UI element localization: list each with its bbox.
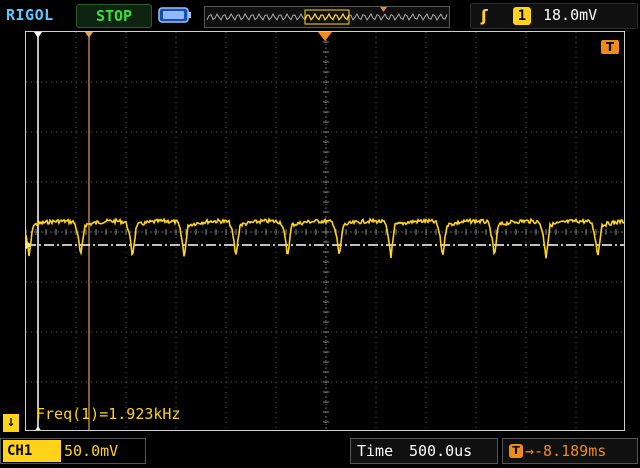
memory-overview-strip[interactable] — [204, 6, 450, 28]
run-stop-indicator[interactable]: STOP — [76, 4, 152, 28]
brand-label: RIGOL — [6, 6, 54, 24]
memory-overview-wave — [206, 7, 448, 25]
trigger-source-badge: 1 — [513, 7, 531, 25]
trigger-panel[interactable]: ʃ 1 18.0mV — [470, 3, 638, 29]
graticule — [26, 32, 624, 430]
top-status-bar: RIGOL STOP ʃ 1 18.0mV — [0, 0, 640, 30]
trigger-slope-icon: ʃ — [481, 6, 488, 25]
timebase-panel[interactable]: Time 500.0us — [350, 438, 498, 464]
cursor-a-top-marker-icon — [34, 32, 42, 38]
channel-badge[interactable]: CH1 — [3, 440, 61, 462]
timebase-value: 500.0us — [409, 442, 473, 460]
trigger-delay-value: →-8.189ms — [525, 442, 607, 460]
cursor-b-top-marker-icon — [85, 32, 93, 38]
battery-icon — [158, 7, 191, 23]
trigger-position-marker-icon — [318, 32, 332, 41]
cursor-a-bottom-marker-icon — [35, 426, 41, 430]
frequency-measurement: Freq(1)=1.923kHz — [36, 405, 181, 423]
overview-trigger-marker-icon — [380, 7, 387, 12]
timebase-label: Time — [357, 442, 394, 460]
trigger-level-marker-icon[interactable]: T — [601, 40, 619, 54]
channel-ground-marker-icon[interactable]: ↓ — [3, 414, 19, 432]
trigger-delay-panel[interactable]: T →-8.189ms — [502, 438, 638, 464]
waveform-display[interactable] — [25, 31, 625, 431]
trigger-delay-icon: T — [509, 444, 523, 458]
trigger-level-value: 18.0mV — [543, 6, 598, 24]
channel-scale: 50.0mV — [64, 442, 119, 460]
